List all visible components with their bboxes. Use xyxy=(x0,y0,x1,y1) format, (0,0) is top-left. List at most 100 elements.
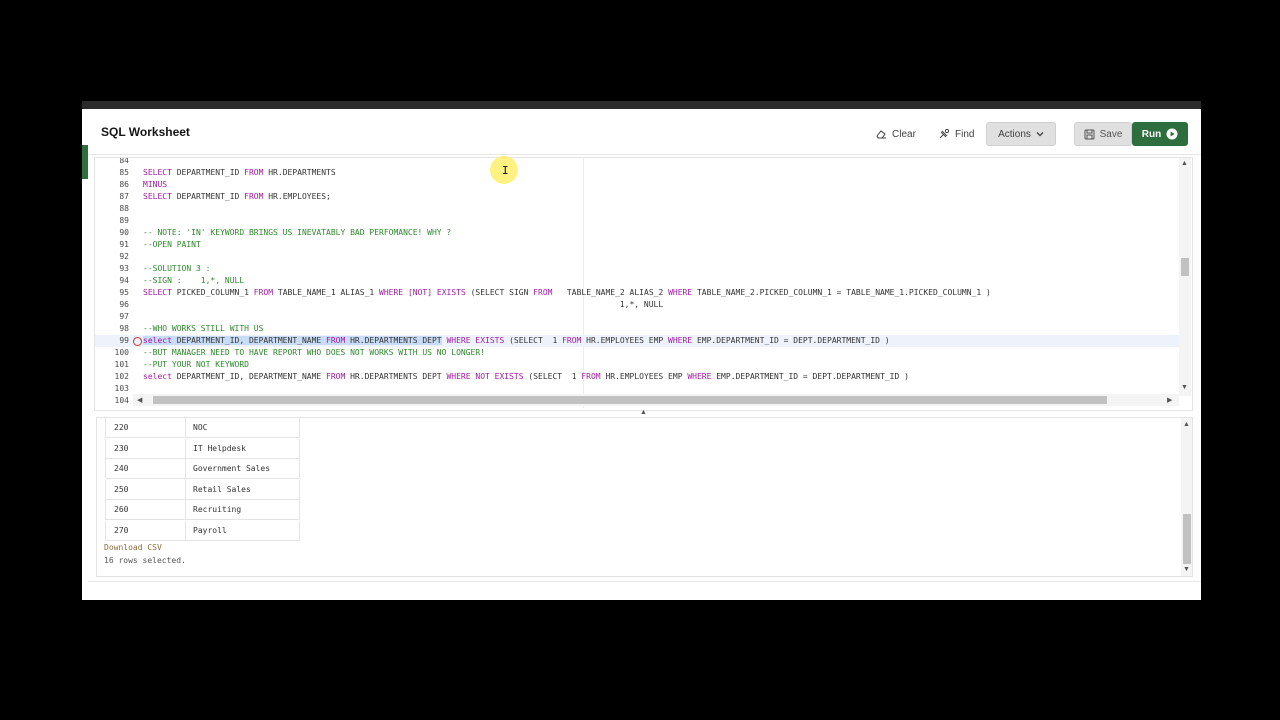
code-line[interactable]: 98 --WHO WORKS STILL WITH US xyxy=(95,323,1179,335)
editor-horizontal-scrollbar[interactable]: ◀ ▶ xyxy=(133,394,1179,406)
scroll-up-arrow-icon[interactable]: ▲ xyxy=(1183,421,1190,428)
play-circle-icon xyxy=(1166,128,1178,140)
text-cursor-icon: I xyxy=(502,164,509,177)
code-text: MINUS xyxy=(143,180,168,189)
table-row[interactable]: 260 Recruiting xyxy=(105,500,300,521)
code-line[interactable]: 93 --SOLUTION 3 : xyxy=(95,263,1179,275)
department-id-cell: 230 xyxy=(114,443,129,453)
code-line[interactable]: 97 xyxy=(95,311,1179,323)
editor-vertical-scrollbar[interactable]: ▲ ▼ xyxy=(1179,158,1191,396)
department-name-cell: Recruiting xyxy=(193,505,242,515)
code-text: --OPEN PAINT xyxy=(143,240,201,249)
line-number: 95 xyxy=(119,288,129,297)
code-line[interactable]: 102 select DEPARTMENT_ID, DEPARTMENT_NAME… xyxy=(95,371,1179,383)
department-id-cell: 240 xyxy=(114,464,129,474)
cell-divider xyxy=(185,459,186,479)
scroll-down-arrow-icon[interactable]: ▼ xyxy=(1183,566,1190,573)
table-row[interactable]: 230 IT Helpdesk xyxy=(105,438,300,459)
run-button[interactable]: Run xyxy=(1132,122,1188,146)
code-text: --WHO WORKS STILL WITH US xyxy=(143,324,264,333)
code-text: -- NOTE: 'IN' KEYWORD BRINGS US INEVATAB… xyxy=(143,228,452,237)
code-line[interactable]: 94 --SIGN : 1,*, NULL xyxy=(95,275,1179,287)
department-name-cell: IT Helpdesk xyxy=(193,443,246,453)
window-top-strip xyxy=(82,101,1201,109)
code-text: --PUT YOUR NOT KEYWORD xyxy=(143,360,249,369)
sql-worksheet-window: SQL Worksheet Clear Find Actions Save Ru… xyxy=(82,101,1201,600)
code-text: SELECT DEPARTMENT_ID FROM HR.EMPLOYEES; xyxy=(143,192,331,201)
editor-vertical-scroll-thumb[interactable] xyxy=(1181,258,1189,276)
scroll-down-arrow-icon[interactable]: ▼ xyxy=(1181,384,1188,391)
code-line[interactable]: 88 xyxy=(95,203,1179,215)
code-line[interactable]: 95 SELECT PICKED_COLUMN_1 FROM TABLE_NAME… xyxy=(95,287,1179,299)
line-number: 101 xyxy=(114,360,129,369)
chevron-down-icon xyxy=(1036,130,1044,138)
code-text: SELECT DEPARTMENT_ID FROM HR.DEPARTMENTS xyxy=(143,168,336,177)
code-text: select DEPARTMENT_ID, DEPARTMENT_NAME FR… xyxy=(143,336,890,345)
cell-divider xyxy=(185,479,186,499)
editor-horizontal-scroll-thumb[interactable] xyxy=(153,396,1107,404)
results-vertical-scroll-thumb[interactable] xyxy=(1183,514,1191,564)
department-id-cell: 270 xyxy=(114,526,129,535)
actions-label: Actions xyxy=(998,128,1031,140)
code-line[interactable]: 87 SELECT DEPARTMENT_ID FROM HR.EMPLOYEES… xyxy=(95,191,1179,203)
breakpoint-marker-icon[interactable] xyxy=(133,337,142,346)
code-line[interactable]: 99 select DEPARTMENT_ID, DEPARTMENT_NAME … xyxy=(95,335,1179,347)
line-number: 98 xyxy=(119,324,129,333)
scroll-left-arrow-icon[interactable]: ◀ xyxy=(137,396,142,404)
rows-selected-status: 16 rows selected. xyxy=(104,556,186,565)
actions-menu-button[interactable]: Actions xyxy=(986,122,1056,146)
line-number: 86 xyxy=(119,180,129,189)
department-id-cell: 220 xyxy=(114,423,129,432)
worksheet-header: SQL Worksheet Clear Find Actions Save Ru… xyxy=(88,110,1201,155)
line-number: 96 xyxy=(119,300,129,309)
cell-divider xyxy=(185,521,186,540)
download-csv-link[interactable]: Download CSV xyxy=(104,543,162,552)
code-text: select DEPARTMENT_ID, DEPARTMENT_NAME FR… xyxy=(143,372,909,381)
find-button[interactable]: Find xyxy=(931,122,981,146)
code-line[interactable]: 91 --OPEN PAINT xyxy=(95,239,1179,251)
code-line[interactable]: 90 -- NOTE: 'IN' KEYWORD BRINGS US INEVAT… xyxy=(95,227,1179,239)
cell-divider xyxy=(185,500,186,520)
line-number: 93 xyxy=(119,264,129,273)
code-line[interactable]: 92 xyxy=(95,251,1179,263)
pane-splitter[interactable]: ▲ xyxy=(88,409,1201,417)
line-number: 103 xyxy=(114,384,129,393)
code-text: --BUT MANAGER NEED TO HAVE REPORT WHO DO… xyxy=(143,348,485,357)
save-button[interactable]: Save xyxy=(1074,122,1132,146)
code-text: 1,*, NULL xyxy=(143,300,664,309)
save-label: Save xyxy=(1099,128,1123,140)
results-vertical-scrollbar[interactable]: ▲ ▼ xyxy=(1181,418,1192,576)
left-accent-bar xyxy=(82,145,88,179)
table-row[interactable]: 250 Retail Sales xyxy=(105,479,300,500)
department-id-cell: 260 xyxy=(114,505,129,515)
sql-editor[interactable]: 84 85 SELECT DEPARTMENT_ID FROM HR.DEPARTM… xyxy=(94,157,1193,411)
department-name-cell: Payroll xyxy=(193,526,227,535)
code-line[interactable]: 101 --PUT YOUR NOT KEYWORD xyxy=(95,359,1179,371)
code-line[interactable]: 85 SELECT DEPARTMENT_ID FROM HR.DEPARTMEN… xyxy=(95,167,1179,179)
window-footer-divider xyxy=(88,581,1201,582)
code-line[interactable]: 100 --BUT MANAGER NEED TO HAVE REPORT WHO… xyxy=(95,347,1179,359)
code-line[interactable]: 89 xyxy=(95,215,1179,227)
line-number: 88 xyxy=(119,204,129,213)
table-row[interactable]: 220 NOC xyxy=(105,418,300,438)
line-number: 91 xyxy=(119,240,129,249)
clear-button[interactable]: Clear xyxy=(868,122,923,146)
scroll-right-arrow-icon[interactable]: ▶ xyxy=(1167,396,1172,404)
eraser-icon xyxy=(875,128,887,140)
splitter-up-arrow-icon[interactable]: ▲ xyxy=(640,409,647,416)
line-number: 92 xyxy=(119,252,129,261)
table-row[interactable]: 240 Government Sales xyxy=(105,459,300,480)
line-number: 90 xyxy=(119,228,129,237)
line-number: 104 xyxy=(114,396,129,405)
line-number: 85 xyxy=(119,168,129,177)
line-number: 87 xyxy=(119,192,129,201)
code-line[interactable]: 86 MINUS xyxy=(95,179,1179,191)
table-row[interactable]: 270 Payroll xyxy=(105,521,300,541)
department-name-cell: Retail Sales xyxy=(193,484,251,494)
scroll-up-arrow-icon[interactable]: ▲ xyxy=(1181,160,1188,167)
line-number: 97 xyxy=(119,312,129,321)
clear-label: Clear xyxy=(892,128,916,140)
department-name-cell: NOC xyxy=(193,423,208,432)
code-line[interactable]: 84 xyxy=(95,158,1179,167)
code-line[interactable]: 96 1,*, NULL xyxy=(95,299,1179,311)
